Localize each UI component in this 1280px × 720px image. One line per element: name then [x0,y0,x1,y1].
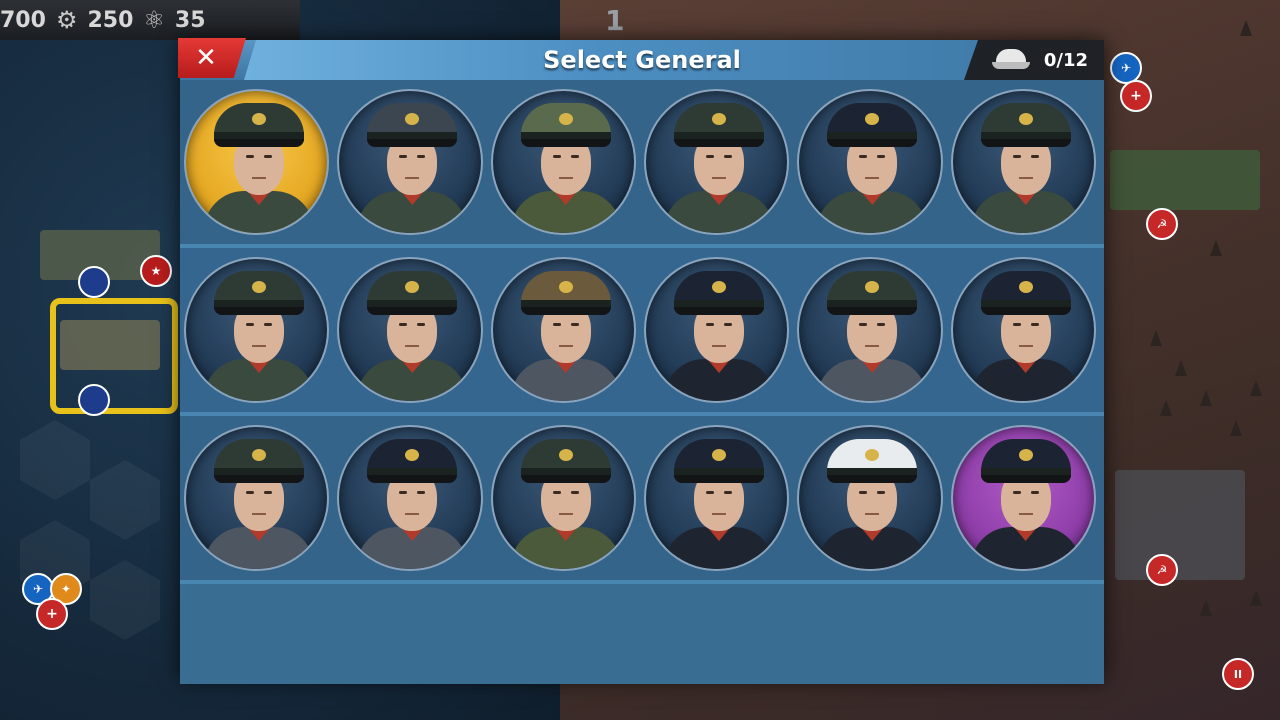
select-general-dialog: Select General ✕ 0/12 [178,38,1104,684]
dialog-title: Select General [543,46,741,74]
selection-frame [50,298,178,414]
uniform [204,187,314,233]
soviet-icon: ☭ [1146,554,1178,586]
gear-icon: ⚙ [55,6,78,34]
uniform [204,523,314,569]
general-portrait[interactable] [184,425,330,571]
officer-cap-icon [991,49,1030,71]
uniform [970,187,1081,233]
empty-slot-area [180,584,1104,684]
general-portrait[interactable] [490,89,636,235]
officer-cap [980,271,1071,309]
general-portrait[interactable] [184,89,330,235]
atom-icon: ⚛ [143,6,165,34]
tank-unit[interactable] [1110,150,1260,210]
medic-icon: + [1120,80,1152,112]
officer-cap [214,439,304,477]
officer-cap [980,103,1071,141]
general-portrait[interactable] [643,89,790,235]
uniform [663,523,774,569]
uniform [817,523,928,569]
general-portrait[interactable] [184,257,330,403]
general-portrait[interactable] [337,89,483,235]
officer-cap [367,439,458,477]
map-zone-number: 1 [605,4,631,37]
officer-cap [367,103,458,141]
general-portrait[interactable] [950,425,1096,571]
fortress[interactable] [1115,470,1245,580]
general-portrait[interactable] [950,89,1096,235]
soviet-icon: ☭ [1146,208,1178,240]
uniform [204,355,314,401]
general-portrait[interactable] [490,425,636,571]
officer-cap [673,439,764,477]
uniform [663,187,774,233]
star-icon: ★ [140,255,172,287]
uniform [357,523,468,569]
officer-cap [980,439,1071,477]
resource-value-partial: 700 [0,7,46,33]
resource-bar: 700 ⚙ 250 ⚛ 35 [0,0,300,40]
general-portrait[interactable] [643,425,790,571]
officer-cap [673,271,764,309]
uniform [970,355,1081,401]
officer-cap [520,271,611,309]
uniform [663,355,774,401]
general-portrait[interactable] [337,425,483,571]
general-portrait[interactable] [950,257,1096,403]
resource-gear-value: 250 [87,7,134,33]
uniform [357,187,468,233]
resource-atom-value: 35 [174,7,206,33]
officer-cap [827,271,918,309]
uniform [817,355,928,401]
medic-icon: + [36,598,68,630]
general-portrait[interactable] [797,425,943,571]
generals-row [180,248,1104,416]
officer-cap [827,103,918,141]
level-badge-icon: II [1222,658,1254,690]
officer-cap [214,271,304,309]
general-count-text: 0/12 [1043,49,1088,71]
uniform [510,355,621,401]
dialog-header: Select General ✕ 0/12 [178,38,1104,80]
general-portrait[interactable] [643,257,790,403]
general-portrait[interactable] [490,257,636,403]
officer-cap [367,271,458,309]
uniform [510,187,621,233]
officer-cap [520,439,611,477]
uk-flag-icon [78,384,110,416]
officer-cap [214,103,304,141]
close-icon: ✕ [195,43,217,73]
general-portrait[interactable] [797,89,943,235]
general-portrait[interactable] [337,257,483,403]
officer-cap [673,103,764,141]
uniform [970,523,1081,569]
officer-cap [520,103,611,141]
uniform [817,187,928,233]
uniform [510,523,621,569]
officer-cap [827,439,918,477]
uniform [357,355,468,401]
generals-row [180,80,1104,248]
uk-flag-icon [78,266,110,298]
generals-row [180,416,1104,584]
general-counter: 0/12 [964,40,1104,80]
general-portrait[interactable] [797,257,943,403]
generals-grid [180,80,1104,684]
